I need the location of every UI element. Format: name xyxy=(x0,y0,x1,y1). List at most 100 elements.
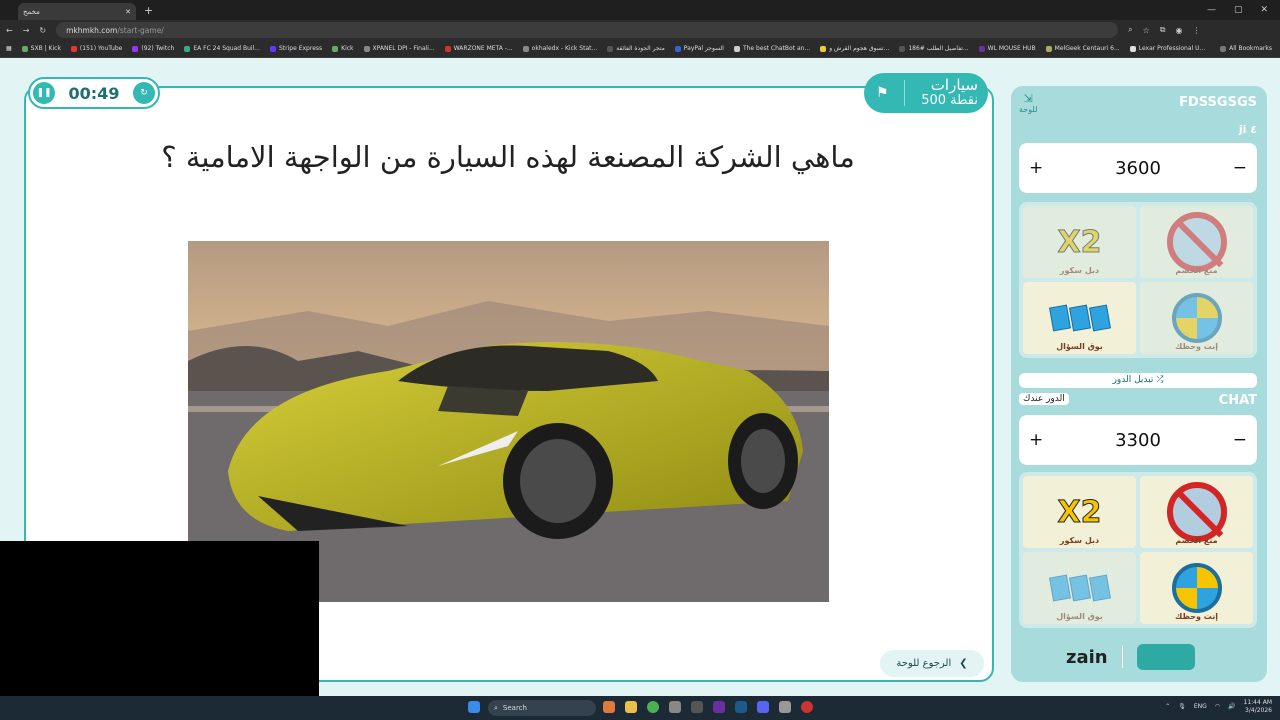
restart-timer-icon[interactable]: ↻ xyxy=(133,82,155,104)
bookmark-item[interactable]: WARZONE META -... xyxy=(444,45,513,52)
team1-powerups: X2 دبل سكور منع الخصم بوق السؤال إنت وحظ… xyxy=(1019,202,1257,358)
tab-title: مخمخ xyxy=(23,7,40,16)
increase-score-button[interactable]: + xyxy=(1029,158,1043,178)
file-explorer-icon[interactable] xyxy=(625,701,637,713)
luck-wheel-powerup[interactable]: إنت وحظك xyxy=(1140,552,1253,624)
decrease-score-button[interactable]: − xyxy=(1233,158,1247,178)
app-logo xyxy=(1136,644,1195,670)
block-opponent-powerup[interactable]: منع الخصم xyxy=(1140,206,1253,278)
zain-logo: zain xyxy=(1066,646,1108,668)
category-badge: ⚑ سيارات 500 نقطة xyxy=(864,73,988,113)
block-opponent-powerup[interactable]: منع الخصم xyxy=(1140,476,1253,548)
bookmark-item[interactable]: Lexar Professional U... xyxy=(1129,45,1205,52)
decrease-score-button[interactable]: − xyxy=(1233,430,1247,450)
menu-icon[interactable]: ⋮ xyxy=(1192,26,1200,35)
turn-badge: الدور عندك xyxy=(1019,393,1069,405)
teams-sidebar: ⇲ للوحة FDSSGSGS ji ٤ + 3600 − X2 دبل سك… xyxy=(1011,86,1267,682)
windows-taskbar xyxy=(0,696,1280,720)
bookmark-star-icon[interactable]: ☆ xyxy=(1143,26,1150,35)
discord-icon[interactable] xyxy=(757,701,769,713)
back-button-label: الرجوع للوحة xyxy=(896,658,952,669)
url-field[interactable]: mkhmkh.com/start-game/ xyxy=(56,22,1119,38)
browser-tab[interactable]: مخمخ ✕ xyxy=(18,3,136,20)
app-icon[interactable] xyxy=(779,701,791,713)
app-icon[interactable] xyxy=(691,701,703,713)
apps-icon[interactable]: ▦ xyxy=(6,45,12,52)
team2-score: 3300 xyxy=(1115,429,1161,451)
increase-score-button[interactable]: + xyxy=(1029,430,1043,450)
team1-score-box: + 3600 − xyxy=(1019,143,1257,193)
volume-icon[interactable]: 🔊 xyxy=(1228,703,1235,711)
bookmark-item[interactable]: XPANEL DPI - Finali... xyxy=(363,45,435,52)
zoom-icon[interactable]: ⌕ xyxy=(1128,25,1132,35)
steal-question-powerup[interactable]: بوق السؤال xyxy=(1023,552,1136,624)
app-icon[interactable] xyxy=(801,701,813,713)
luck-wheel-powerup[interactable]: إنت وحظك xyxy=(1140,282,1253,354)
timer-value: 00:49 xyxy=(68,83,120,103)
language-indicator[interactable]: ENG xyxy=(1194,703,1207,711)
close-tab-icon[interactable]: ✕ xyxy=(125,8,131,16)
bookmark-item[interactable]: (151) YouTube xyxy=(70,45,122,52)
wheel-icon xyxy=(1171,293,1222,343)
mic-icon[interactable]: 🎙 xyxy=(1178,703,1186,711)
exit-icon: ⇲ xyxy=(1023,92,1033,105)
swap-turn-button[interactable]: ⤮ تبديل الدور xyxy=(1019,373,1257,388)
team1-sub: ji ٤ xyxy=(1238,123,1257,136)
double-score-powerup[interactable]: X2 دبل سكور xyxy=(1023,206,1136,278)
start-icon[interactable] xyxy=(468,701,480,713)
bookmark-item[interactable]: MelGeek Centauri 6... xyxy=(1045,45,1120,52)
url-host: mkhmkh.com xyxy=(66,25,118,35)
bookmark-item[interactable]: متجر الجودة الفائقة xyxy=(607,45,665,52)
bookmark-item[interactable]: (92) Twitch xyxy=(132,45,174,52)
bookmark-item[interactable]: تسوق هجوم القرش و... xyxy=(820,45,889,52)
minimize-icon[interactable]: — xyxy=(1207,5,1216,15)
bookmark-item[interactable]: SXB | Kick xyxy=(21,45,61,52)
back-icon[interactable]: ← xyxy=(6,26,13,35)
app-icon[interactable] xyxy=(669,701,681,713)
address-bar-row: ← → ↻ mkhmkh.com/start-game/ ⌕ ☆ ⧉ ◉ ⋮ xyxy=(0,20,1280,40)
maximize-icon[interactable]: ▢ xyxy=(1234,5,1243,15)
steal-question-powerup[interactable]: بوق السؤال xyxy=(1023,282,1136,354)
question-text: ماهي الشركة المصنعة لهذه السيارة من الوا… xyxy=(161,140,855,174)
bookmark-item[interactable]: The best ChatBot an... xyxy=(733,45,810,52)
chevron-right-icon: ❯ xyxy=(959,658,968,669)
app-icon[interactable] xyxy=(713,701,725,713)
team2-name: CHAT xyxy=(1218,393,1257,408)
extensions-icon[interactable]: ⧉ xyxy=(1160,25,1166,35)
double-score-powerup[interactable]: X2 دبل سكور xyxy=(1023,476,1136,548)
flag-icon[interactable]: ⚑ xyxy=(876,85,889,101)
copilot-icon[interactable] xyxy=(603,701,615,713)
bookmarks-bar: ▦ SXB | Kick (151) YouTube (92) Twitch E… xyxy=(0,40,1280,58)
reload-icon[interactable]: ↻ xyxy=(39,26,46,35)
chevron-up-icon[interactable]: ⌃ xyxy=(1165,703,1170,711)
system-tray: ⌃ 🎙 ENG ◠ 🔊 11:44 AM 3/4/2026 xyxy=(1165,699,1272,715)
all-bookmarks[interactable]: All Bookmarks xyxy=(1220,45,1280,52)
taskbar-search[interactable]: ⌕ Search xyxy=(488,700,596,716)
search-icon: ⌕ xyxy=(494,703,498,712)
new-tab-icon[interactable]: + xyxy=(144,4,153,17)
wifi-icon[interactable]: ◠ xyxy=(1215,703,1220,711)
pause-icon[interactable]: ❚❚ xyxy=(33,82,55,104)
back-to-board-link[interactable]: ⇲ للوحة xyxy=(1019,92,1037,114)
bookmark-item[interactable]: WL MOUSE HUB xyxy=(978,45,1036,52)
block-icon xyxy=(1166,482,1227,542)
clock[interactable]: 11:44 AM 3/4/2026 xyxy=(1244,699,1272,715)
bookmark-item[interactable]: PayPal السوجز xyxy=(674,45,724,52)
team1-score: 3600 xyxy=(1115,157,1161,179)
bookmark-item[interactable]: Stripe Express xyxy=(270,45,322,52)
chrome-icon[interactable] xyxy=(647,701,659,713)
bookmark-item[interactable]: تفاصيل الطلب #186... xyxy=(899,45,969,52)
sponsor-logos: zain xyxy=(1066,644,1195,670)
close-window-icon[interactable]: ✕ xyxy=(1260,5,1268,15)
steam-icon[interactable] xyxy=(735,701,747,713)
cards-icon xyxy=(1048,574,1111,602)
bookmark-item[interactable]: okhaledx - Kick Stat... xyxy=(522,45,597,52)
profile-icon[interactable]: ◉ xyxy=(1175,26,1182,35)
video-overlay xyxy=(0,541,319,720)
forward-icon[interactable]: → xyxy=(23,26,30,35)
category-name: سيارات xyxy=(930,76,978,94)
cards-icon xyxy=(1048,304,1111,332)
bookmark-item[interactable]: EA FC 24 Squad Buil... xyxy=(184,45,260,52)
back-to-board-button[interactable]: ❯ الرجوع للوحة xyxy=(880,650,984,677)
bookmark-item[interactable]: Kick xyxy=(332,45,354,52)
